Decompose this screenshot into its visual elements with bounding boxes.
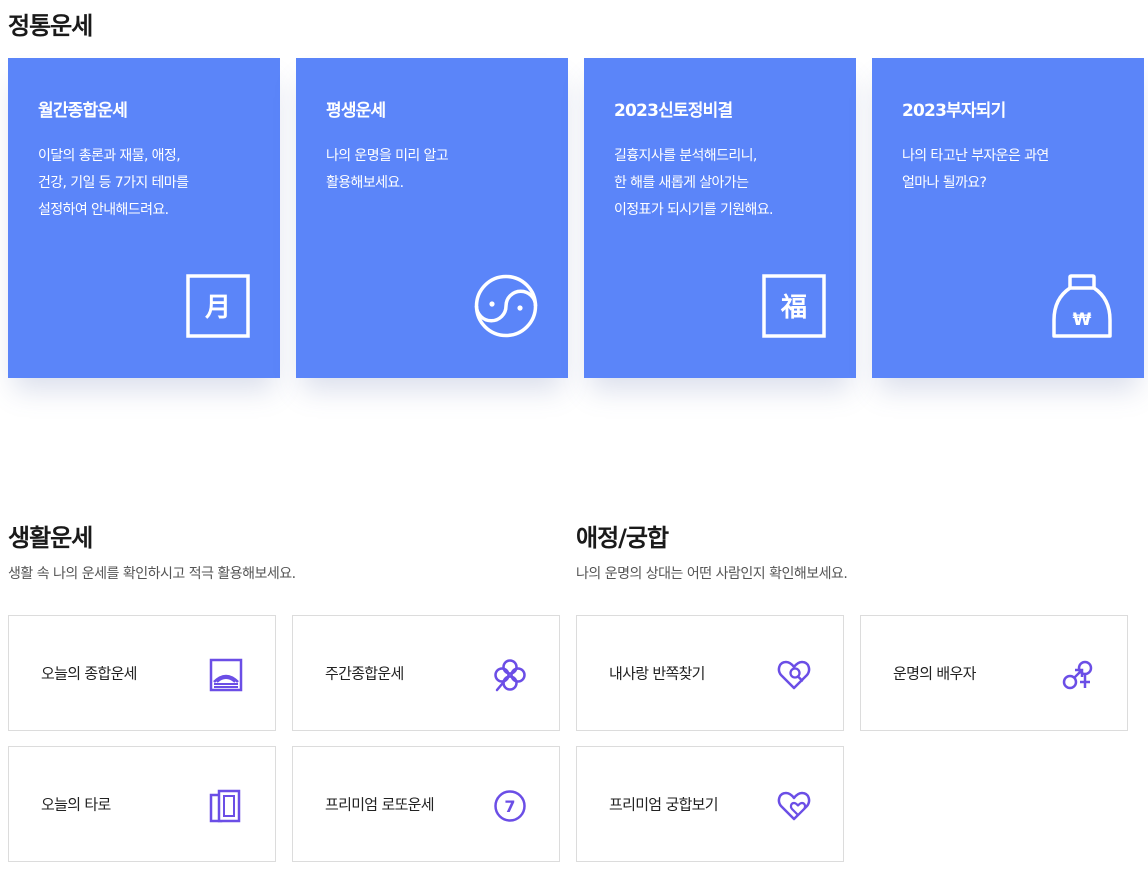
item-premium-compatibility[interactable]: 프리미엄 궁합보기	[576, 746, 844, 862]
love-section-title: 애정/궁합	[576, 524, 669, 552]
won-glyph: ₩	[1073, 310, 1092, 330]
item-label: 오늘의 종합운세	[41, 664, 137, 683]
tarot-cards-icon	[209, 789, 241, 823]
card-tojeong-fortune[interactable]: 2023신토정비결 길흉지사를 분석해드리니, 한 해를 새롭게 살아가는 이정…	[584, 58, 856, 378]
lotto-ball-icon: 7	[494, 790, 526, 822]
card-desc-line: 이달의 총론과 재물, 애정,	[38, 148, 181, 164]
card-desc-line: 설정하여 안내해드려요.	[38, 202, 169, 218]
gender-symbols-icon	[1062, 660, 1093, 690]
card-lifetime-fortune[interactable]: 평생운세 나의 운명을 미리 알고 활용해보세요.	[296, 58, 568, 378]
double-heart-icon	[777, 791, 811, 821]
card-desc-line: 나의 운명을 미리 알고	[326, 148, 449, 164]
card-desc-line: 얼마나 될까요?	[902, 175, 987, 191]
love-section-desc: 나의 운명의 상대는 어떤 사람인지 확인해보세요.	[576, 566, 848, 582]
clover-icon	[494, 659, 526, 692]
traditional-section-title: 정통운세	[8, 12, 93, 40]
moon-month-icon: 月	[186, 274, 250, 338]
item-destined-spouse[interactable]: 운명의 배우자	[860, 615, 1128, 731]
card-desc-line: 길흉지사를 분석해드리니,	[614, 148, 757, 164]
item-weekly-fortune[interactable]: 주간종합운세	[292, 615, 560, 731]
item-label: 운명의 배우자	[893, 664, 976, 683]
yin-yang-icon	[474, 274, 538, 338]
heart-search-icon	[777, 660, 811, 690]
item-today-fortune[interactable]: 오늘의 종합운세	[8, 615, 276, 731]
lotto-number: 7	[504, 797, 515, 816]
card-desc-line: 한 해를 새롭게 살아가는	[614, 175, 749, 191]
item-find-soulmate[interactable]: 내사랑 반쪽찾기	[576, 615, 844, 731]
life-section-desc: 생활 속 나의 운세를 확인하시고 적극 활용해보세요.	[8, 566, 296, 582]
money-bag-icon: ₩	[1052, 274, 1112, 338]
item-label: 오늘의 타로	[41, 795, 111, 814]
card-desc-line: 나의 타고난 부자운은 과연	[902, 148, 1049, 164]
card-desc-line: 이정표가 되시기를 기원해요.	[614, 202, 774, 218]
item-label: 주간종합운세	[325, 664, 404, 683]
card-title: 평생운세	[326, 101, 386, 121]
item-label: 프리미엄 로또운세	[325, 795, 435, 814]
card-title: 2023신토정비결	[614, 101, 733, 121]
card-title: 월간종합운세	[38, 101, 128, 121]
item-lotto-fortune[interactable]: 프리미엄 로또운세 7	[292, 746, 560, 862]
life-section-title: 생활운세	[8, 524, 93, 552]
card-monthly-fortune[interactable]: 월간종합운세 이달의 총론과 재물, 애정, 건강, 기일 등 7가지 테마를 …	[8, 58, 280, 378]
card-title: 2023부자되기	[902, 101, 1006, 121]
item-label: 프리미엄 궁합보기	[609, 795, 719, 814]
item-label: 내사랑 반쪽찾기	[609, 664, 705, 683]
fortune-bok-icon: 福	[762, 274, 826, 338]
card-wealth-fortune[interactable]: 2023부자되기 나의 타고난 부자운은 과연 얼마나 될까요? ₩	[872, 58, 1144, 378]
card-desc-line: 활용해보세요.	[326, 175, 404, 191]
sunrise-frame-icon	[209, 658, 243, 692]
item-today-tarot[interactable]: 오늘의 타로	[8, 746, 276, 862]
bok-glyph: 福	[780, 293, 807, 323]
card-desc-line: 건강, 기일 등 7가지 테마를	[38, 175, 189, 191]
month-glyph: 月	[204, 293, 231, 323]
